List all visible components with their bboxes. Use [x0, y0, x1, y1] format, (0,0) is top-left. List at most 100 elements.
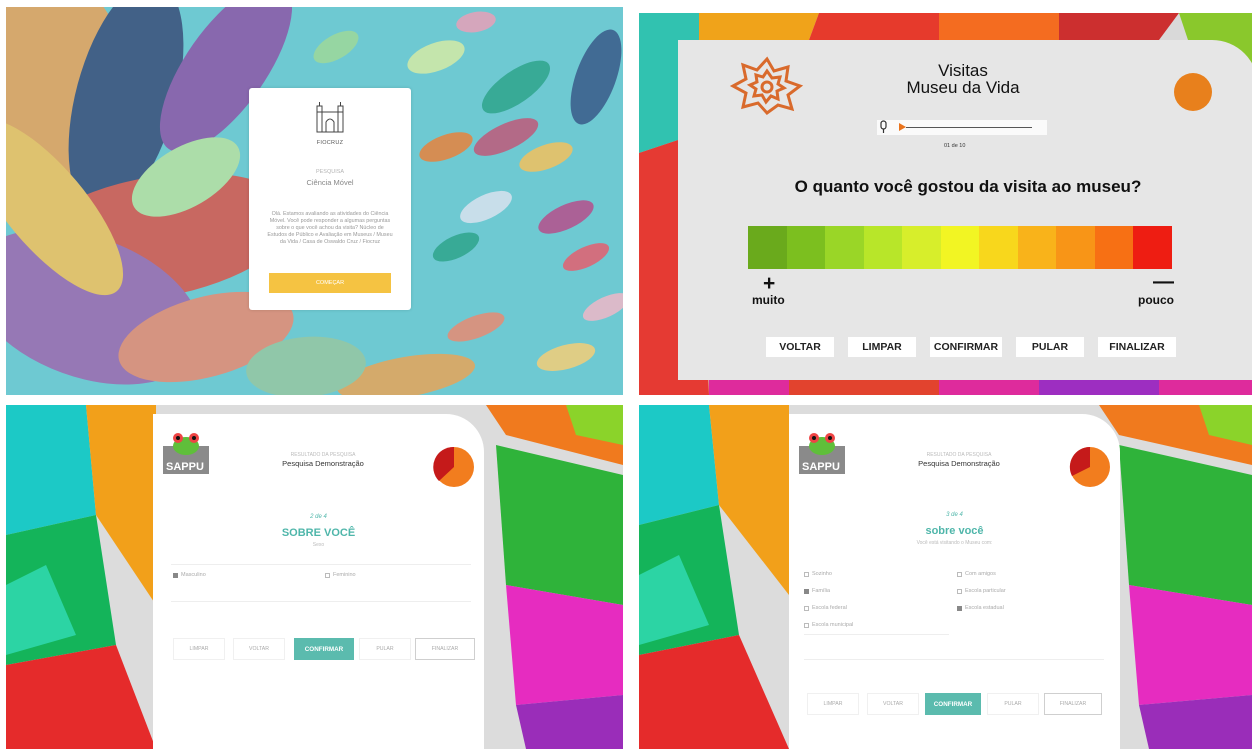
checkbox[interactable]	[957, 571, 962, 577]
option-male[interactable]: Masculino	[173, 572, 206, 578]
rating-scale	[748, 226, 1173, 269]
checkbox[interactable]	[957, 588, 962, 594]
checkbox[interactable]	[804, 571, 809, 577]
sappu-frog-logo-icon: SAPPU	[799, 433, 845, 474]
header-title: Pesquisa Demonstração	[282, 459, 364, 468]
option-female[interactable]: Feminino	[325, 572, 356, 578]
sappu-logo-text: SAPPU	[802, 461, 840, 473]
question-counter: 01 de 10	[944, 143, 966, 149]
rating-screen: Visitas Museu da Vida 01 de 10 O quanto …	[639, 13, 1252, 395]
option-private-school[interactable]: Escola particular	[957, 588, 1006, 594]
back-button[interactable]: VOLTAR	[233, 638, 285, 660]
rating-option-3[interactable]	[825, 226, 864, 269]
audio-progress-track[interactable]	[906, 127, 1032, 128]
option-label: Sozinho	[812, 571, 832, 577]
back-button[interactable]: VOLTAR	[867, 693, 919, 715]
option-label: Escola federal	[812, 605, 847, 611]
confirm-button[interactable]: CONFIRMAR	[930, 337, 1002, 357]
confirm-button[interactable]: CONFIRMAR	[294, 638, 354, 660]
progress-pie	[433, 446, 474, 487]
rating-option-7[interactable]	[979, 226, 1018, 269]
option-federal-school[interactable]: Escola federal	[804, 605, 847, 611]
question-text: O quanto você gostou da visita ao museu?	[794, 177, 1142, 196]
sappu-frog-logo-icon: SAPPU	[163, 433, 209, 474]
checkbox-checked[interactable]	[957, 605, 962, 611]
section-title: SOBRE VOCÊ	[281, 527, 356, 539]
checkbox[interactable]	[804, 605, 809, 611]
microphone-icon[interactable]	[879, 120, 888, 134]
option-label: Escola municipal	[812, 622, 854, 628]
option-label: Feminino	[333, 572, 356, 578]
progress-circle	[1174, 73, 1212, 111]
survey-label: PESQUISA	[315, 169, 345, 175]
divider	[171, 564, 471, 565]
scale-max-label: pouco	[1138, 293, 1174, 307]
rating-option-2[interactable]	[786, 226, 826, 269]
fiocruz-logo-text: FIOCRUZ	[316, 140, 344, 146]
rating-option-5[interactable]	[902, 226, 941, 269]
checkbox[interactable]	[804, 622, 809, 628]
progress-pie	[1069, 446, 1110, 487]
skip-button[interactable]: PULAR	[987, 693, 1039, 715]
step-counter: 3 de 4	[946, 512, 963, 518]
sappu-logo-text: SAPPU	[166, 461, 204, 473]
museum-flower-logo-icon	[729, 56, 804, 115]
option-label: Com amigos	[965, 571, 996, 577]
gender-question-screen: SAPPU RESULTADO DA PESQUISA Pesquisa Dem…	[6, 405, 623, 749]
survey-title: Visitas Museu da Vida	[878, 62, 1048, 96]
divider	[804, 634, 949, 635]
survey-description: Olá. Estamos avaliando as atividades do …	[267, 211, 393, 245]
step-counter: 2 de 4	[310, 514, 327, 520]
header-label: RESULTADO DA PESQUISA	[290, 452, 356, 458]
rating-option-4[interactable]	[863, 226, 903, 269]
welcome-card: FIOCRUZ PESQUISA Ciência Móvel Olá. Esta…	[249, 88, 411, 310]
checkbox[interactable]	[325, 572, 330, 578]
action-bar: VOLTAR LIMPAR CONFIRMAR PULAR FINALIZAR	[766, 337, 1176, 359]
confirm-button[interactable]: CONFIRMAR	[925, 693, 981, 715]
rating-option-11[interactable]	[1133, 226, 1173, 269]
option-state-school[interactable]: Escola estadual	[957, 605, 1004, 611]
divider	[171, 601, 471, 602]
survey-name: Ciência Móvel	[306, 178, 354, 187]
header-label: RESULTADO DA PESQUISA	[926, 452, 992, 458]
question-label: Sexo	[312, 542, 325, 548]
checkbox-checked[interactable]	[173, 572, 178, 578]
rating-option-1[interactable]	[748, 226, 787, 269]
option-label: Escola estadual	[965, 605, 1004, 611]
finish-button[interactable]: FINALIZAR	[1098, 337, 1176, 357]
rating-option-8[interactable]	[1017, 226, 1057, 269]
clear-button[interactable]: LIMPAR	[848, 337, 916, 357]
rating-option-6[interactable]	[940, 226, 980, 269]
option-family[interactable]: Família	[804, 588, 830, 594]
clear-button[interactable]: LIMPAR	[173, 638, 225, 660]
option-label: Escola particular	[965, 588, 1006, 594]
question-label: Você está visitando o Museu com:	[916, 540, 993, 546]
survey-title-line1: Visitas	[938, 61, 988, 80]
start-button[interactable]: COMEÇAR	[269, 273, 391, 293]
company-question-screen: SAPPU RESULTADO DA PESQUISA Pesquisa Dem…	[639, 405, 1252, 749]
option-label: Masculino	[181, 572, 206, 578]
rating-option-9[interactable]	[1056, 226, 1095, 269]
question-card: SAPPU RESULTADO DA PESQUISA Pesquisa Dem…	[789, 414, 1120, 749]
minus-sign: —	[1153, 270, 1174, 293]
header-title: Pesquisa Demonstração	[918, 459, 1000, 468]
back-button[interactable]: VOLTAR	[766, 337, 834, 357]
skip-button[interactable]: PULAR	[1016, 337, 1084, 357]
survey-title-line2: Museu da Vida	[906, 78, 1020, 97]
scale-min-label: muito	[752, 293, 785, 307]
divider	[804, 659, 1104, 660]
section-title: sobre você	[925, 525, 984, 537]
play-progress-marker[interactable]	[899, 123, 906, 131]
option-municipal-school[interactable]: Escola municipal	[804, 622, 853, 628]
option-friends[interactable]: Com amigos	[957, 571, 996, 577]
finish-button[interactable]: FINALIZAR	[1044, 693, 1102, 715]
skip-button[interactable]: PULAR	[359, 638, 411, 660]
fiocruz-castle-icon	[316, 102, 344, 133]
finish-button[interactable]: FINALIZAR	[415, 638, 475, 660]
rating-card: Visitas Museu da Vida 01 de 10 O quanto …	[678, 40, 1252, 380]
option-alone[interactable]: Sozinho	[804, 571, 832, 577]
option-label: Família	[812, 588, 831, 594]
checkbox-checked[interactable]	[804, 588, 809, 594]
clear-button[interactable]: LIMPAR	[807, 693, 859, 715]
rating-option-10[interactable]	[1094, 226, 1134, 269]
